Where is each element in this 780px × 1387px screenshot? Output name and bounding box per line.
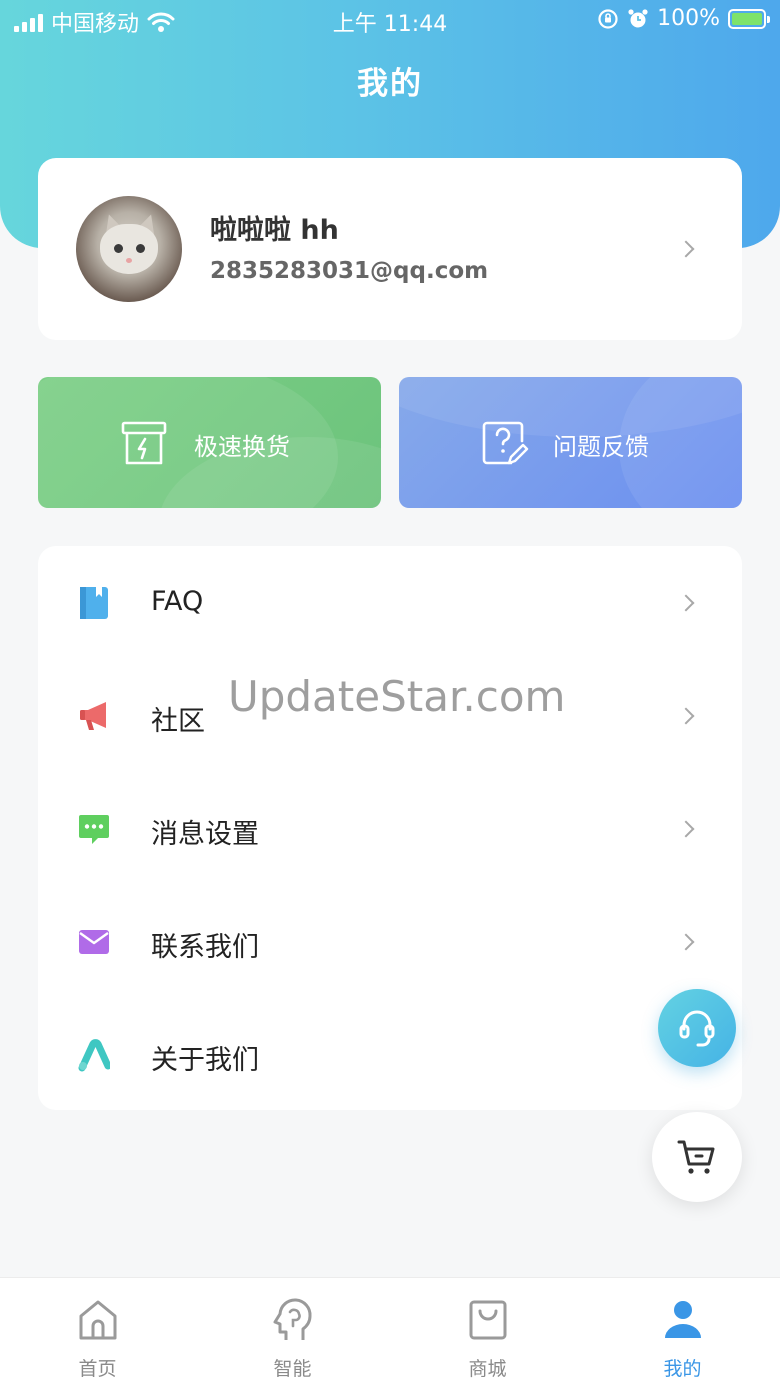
avatar	[76, 196, 182, 302]
user-icon	[665, 1301, 701, 1338]
feedback-label: 问题反馈	[553, 433, 649, 461]
feedback-button[interactable]: 问题反馈	[399, 377, 742, 508]
tab-shop[interactable]: 商城	[390, 1278, 585, 1387]
chat-bubble-icon	[79, 815, 109, 844]
tab-label-shop: 商城	[468, 1358, 507, 1380]
feedback-question-icon	[482, 421, 529, 465]
chevron-right-icon	[677, 820, 695, 838]
chevron-right-icon	[677, 707, 695, 725]
page-title: 我的	[357, 66, 423, 102]
alarm-icon	[628, 8, 648, 27]
envelope-icon	[79, 930, 109, 954]
headset-icon	[679, 1010, 715, 1047]
menu-label-faq: FAQ	[151, 586, 204, 617]
shopping-bag-icon	[469, 1300, 507, 1340]
profile-email: 2835283031@qq.com	[210, 258, 489, 284]
cart-button[interactable]	[652, 1112, 742, 1202]
megaphone-icon	[80, 702, 106, 730]
menu-item-message-settings[interactable]: 消息设置	[38, 772, 742, 885]
quick-exchange-button[interactable]: 极速换货	[38, 377, 381, 508]
status-bar: 中国移动 上午 11:44 100%	[0, 0, 780, 40]
profile-name: 啦啦啦 hh	[210, 215, 339, 246]
profile-card[interactable]: 啦啦啦 hh 2835283031@qq.com	[38, 158, 742, 340]
menu-card: FAQ 社区 消息设置 联系我们 关于我们	[38, 546, 742, 1110]
exchange-box-icon	[121, 421, 167, 465]
menu-label-message-settings: 消息设置	[151, 819, 259, 850]
battery-percent: 100%	[657, 6, 720, 31]
battery-icon	[728, 8, 770, 29]
quick-exchange-label: 极速换货	[194, 433, 290, 461]
customer-service-button[interactable]	[658, 989, 736, 1067]
tab-home[interactable]: 首页	[0, 1278, 195, 1387]
tab-label-home: 首页	[78, 1358, 117, 1380]
head-brain-icon	[273, 1298, 312, 1340]
notebook-icon	[80, 587, 108, 619]
watermark-text: UpdateStar.com	[228, 672, 566, 721]
cart-icon	[677, 1140, 715, 1174]
menu-label-about-us: 关于我们	[151, 1045, 259, 1076]
menu-label-contact-us: 联系我们	[151, 932, 259, 963]
chevron-right-icon	[677, 240, 695, 258]
tab-label-mine: 我的	[663, 1358, 702, 1380]
menu-label-community: 社区	[151, 706, 205, 737]
logo-a-icon	[78, 1039, 110, 1072]
tab-mine[interactable]: 我的	[585, 1278, 780, 1387]
tab-label-smart: 智能	[273, 1358, 312, 1380]
home-icon	[79, 1300, 117, 1340]
menu-item-about-us[interactable]: 关于我们	[38, 998, 742, 1111]
chevron-right-icon	[677, 594, 695, 612]
menu-item-faq[interactable]: FAQ	[38, 546, 742, 659]
menu-item-contact-us[interactable]: 联系我们	[38, 885, 742, 998]
rotation-lock-icon	[598, 8, 618, 29]
tab-smart[interactable]: 智能	[195, 1278, 390, 1387]
tab-bar: 首页 智能 商城 我的	[0, 1277, 780, 1387]
chevron-right-icon	[677, 933, 695, 951]
